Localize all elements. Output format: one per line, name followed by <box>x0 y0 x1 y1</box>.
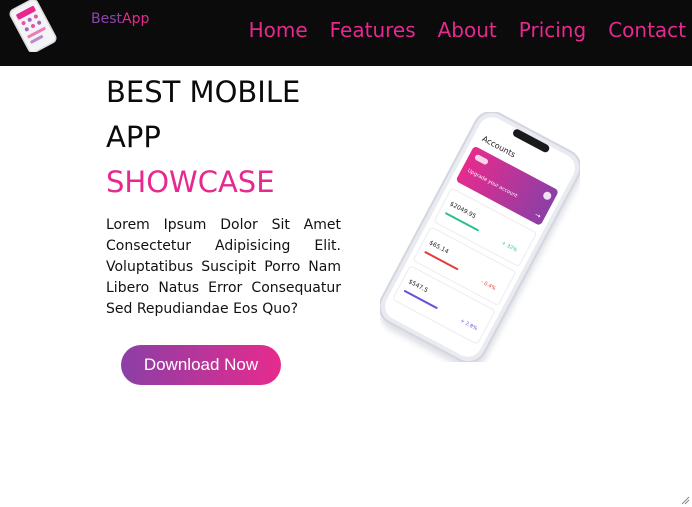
nav-link-home[interactable]: Home <box>249 16 308 44</box>
hero-title: BEST MOBILE APP SHOWCASE <box>106 70 346 205</box>
download-now-button[interactable]: Download Now <box>121 345 281 385</box>
resize-grip-icon[interactable] <box>680 495 690 505</box>
nav-link-about[interactable]: About <box>438 16 497 44</box>
hero-title-line1: BEST MOBILE APP <box>106 75 301 154</box>
navbar: BestApp Home Features About Pricing Cont… <box>0 0 692 66</box>
brand-name[interactable]: BestApp <box>91 10 149 28</box>
brand-name-part2: App <box>122 11 150 27</box>
phone-logo-icon[interactable] <box>2 0 64 52</box>
hero-title-line2: SHOWCASE <box>106 165 275 199</box>
brand-name-part1: Best <box>91 11 123 27</box>
nav-link-features[interactable]: Features <box>330 16 416 44</box>
nav-links: Home Features About Pricing Contact <box>227 16 686 44</box>
phone-mockup-image: Accounts Upgrade your account → $2049.95… <box>380 112 580 362</box>
nav-link-pricing[interactable]: Pricing <box>519 16 586 44</box>
hero-description: Lorem Ipsum Dolor Sit Amet Consectetur A… <box>106 217 341 317</box>
nav-link-contact[interactable]: Contact <box>608 16 686 44</box>
